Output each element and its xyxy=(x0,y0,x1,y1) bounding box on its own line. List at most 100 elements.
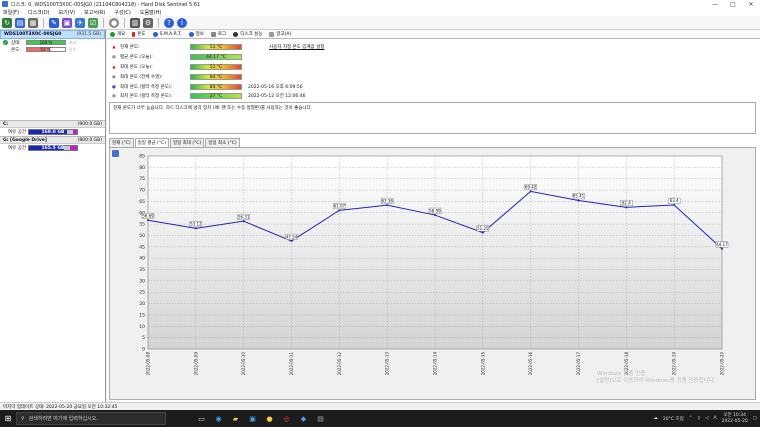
tab-info[interactable]: 정보 xyxy=(188,31,204,37)
tab-bar: 개요 온도 S.M.A.R.T. 정보 로그 디스크 성능 알고(A) xyxy=(107,30,760,39)
subtab-daily-max[interactable]: 일일 최대 (°C) xyxy=(169,138,205,147)
disk-capacity: (931.5 GB) xyxy=(76,32,101,37)
weather-text[interactable]: 20°C 흐림 xyxy=(663,416,684,422)
x-tick-label: 2022-05-11 xyxy=(289,352,294,376)
settings-icon[interactable]: ⚙ xyxy=(143,17,153,28)
tray-chevron-icon[interactable]: ⌃ xyxy=(689,416,693,421)
data-point xyxy=(194,227,197,230)
threshold-settings-link[interactable]: 사용자 지정 온도 임계값 설정 xyxy=(269,44,324,50)
toolbar: ↻ ▤ ▦ ✎ ▣ ✈ ☑ ● ▥ ⚙ ? i xyxy=(0,16,760,30)
tab-log[interactable]: 로그 xyxy=(210,31,226,37)
maximize-button[interactable]: □ xyxy=(724,0,742,8)
volume-c-header[interactable]: C: (900.0 GB) xyxy=(0,120,105,128)
refresh-icon[interactable]: ↻ xyxy=(2,17,12,28)
surface-test-icon[interactable]: ▣ xyxy=(62,17,72,28)
menu-help[interactable]: 도움말(H) xyxy=(140,9,161,16)
volume-icon[interactable]: ◁ xyxy=(705,416,708,421)
chart-icon[interactable]: ▥ xyxy=(130,17,140,28)
edge-icon[interactable]: ◉ xyxy=(211,411,226,426)
info-gray-icon: ● xyxy=(112,54,116,60)
y-tick-label: 85 xyxy=(139,154,145,160)
tab-overview[interactable]: 개요 xyxy=(110,31,125,37)
disk-entry[interactable]: WDS100T3X0C-00SJG0 (931.5 GB) xyxy=(0,30,105,39)
send-icon[interactable]: ✈ xyxy=(75,17,85,28)
temp-current-label: 현재 온도: xyxy=(120,45,140,50)
health-rating-2: 우수 xyxy=(69,46,77,52)
menu-view[interactable]: 보기(V) xyxy=(59,9,76,16)
info-blue-icon: ● xyxy=(112,84,116,90)
help-icon[interactable]: ? xyxy=(164,17,174,28)
app-icon-blue[interactable]: ◆ xyxy=(296,411,311,426)
notification-icon[interactable]: ▢ xyxy=(753,416,757,421)
subtab-current[interactable]: 현재 (°C) xyxy=(109,138,134,147)
about-icon[interactable]: i xyxy=(177,17,187,28)
hard-disk-sentinel-taskbar-icon[interactable]: ▤ xyxy=(313,411,328,426)
temp-max-meas-label: 최대 온도 (힐터 측정 온도): xyxy=(120,85,173,90)
temp-min-meas-value: 27 °C xyxy=(209,93,223,99)
tab-smart[interactable]: S.M.A.R.T. xyxy=(152,31,182,37)
taskbar-search[interactable]: ⚲ 검색하려면 여기에 입력하십시오. xyxy=(16,412,166,425)
task-view-icon[interactable]: ▭ xyxy=(194,411,209,426)
volume-g-drive: G: [Google Drive] xyxy=(3,137,47,143)
x-tick-label: 2022-05-16 xyxy=(528,352,533,376)
store-icon[interactable]: ▣ xyxy=(245,411,260,426)
search-icon: ⚲ xyxy=(21,415,25,422)
tab-performance[interactable]: 디스크 성능 xyxy=(233,31,262,37)
smart-icon xyxy=(152,31,158,37)
stop-icon[interactable]: ● xyxy=(109,17,119,28)
y-tick-label: 65 xyxy=(139,199,145,205)
temp-avg-value: 44.17 °C xyxy=(206,54,226,60)
volume-c-bar-free xyxy=(73,130,77,134)
tab-alerts[interactable]: 알고(A) xyxy=(269,31,291,37)
temperature-chart: 05101520253035404550556065707580852022-0… xyxy=(139,154,729,376)
temp-max-life-value: 84 °C xyxy=(209,74,223,80)
disk-icon[interactable]: ▤ xyxy=(15,17,25,28)
temp-avg-label: 평균 온도 (오늘): xyxy=(120,55,153,60)
data-point xyxy=(673,204,676,207)
windows-start-icon[interactable]: ⊞ xyxy=(0,410,16,427)
subtab-daily-average[interactable]: 일일 평균 (°C) xyxy=(134,138,169,147)
ime-indicator[interactable]: A xyxy=(713,416,716,421)
volume-c-free-value: 169.0 GB xyxy=(41,129,65,135)
data-point xyxy=(290,240,293,243)
health-bar: 100 % xyxy=(26,40,66,45)
tab-temperature[interactable]: 온도 xyxy=(132,31,146,37)
data-point xyxy=(338,209,341,212)
menu-file[interactable]: 파일(F) xyxy=(3,9,19,16)
data-label: 63.4 xyxy=(670,198,679,203)
subtab-daily-min[interactable]: 일일 최소 (°C) xyxy=(205,138,240,147)
data-label: 58.99 xyxy=(429,208,441,213)
temp-max-life-label: 최대 온도 (전체 수명): xyxy=(120,75,163,80)
check-circle-icon xyxy=(110,31,115,37)
temp-row-current: ▲ 현재 온도: 51 °C xyxy=(111,43,248,51)
data-point xyxy=(625,206,628,209)
health-row: ✓ 상태: 100 % 최고 xyxy=(0,39,105,46)
data-point xyxy=(147,219,149,222)
x-tick-label: 2022-05-17 xyxy=(576,352,581,376)
test-icon[interactable]: ✎ xyxy=(49,17,59,28)
tab-temperature-label: 온도 xyxy=(137,32,146,37)
x-tick-label: 2022-05-10 xyxy=(241,352,246,376)
clock[interactable]: 오전 10:34 2022-05-20 xyxy=(722,413,748,425)
volume-g-header[interactable]: G: [Google Drive] (800.0 GB) xyxy=(0,136,105,144)
menu-report[interactable]: 보고서(R) xyxy=(84,9,105,16)
chrome-icon[interactable]: ◎ xyxy=(279,411,294,426)
volume-g-free-label: 여유 공간 xyxy=(8,146,26,151)
file-explorer-icon[interactable]: ▰ xyxy=(228,411,243,426)
alert-config-icon[interactable]: ☑ xyxy=(88,17,98,28)
save-chart-icon[interactable] xyxy=(112,150,119,157)
menu-config[interactable]: 구성(C) xyxy=(114,9,131,16)
temp-row-min-measured: ● 최저 온도 (힐터 측정 온도): 27 °C 2022-05-12 오전 … xyxy=(111,92,306,100)
report-icon[interactable]: ▦ xyxy=(28,17,38,28)
kakaotalk-icon[interactable]: ● xyxy=(262,411,277,426)
minimize-button[interactable]: — xyxy=(706,0,724,8)
blank-icon xyxy=(3,47,8,52)
volume-c-free-row: 여유 공간 169.0 GB xyxy=(0,128,105,136)
network-icon[interactable]: ▯ xyxy=(698,416,700,421)
menu-disk[interactable]: 디스크(D) xyxy=(28,9,50,16)
data-label: 44.17 xyxy=(716,242,728,247)
y-tick-label: 35 xyxy=(139,267,145,273)
data-label: 51.25 xyxy=(477,226,489,231)
close-button[interactable]: ✕ xyxy=(742,0,760,8)
main-panel: 개요 온도 S.M.A.R.T. 정보 로그 디스크 성능 알고(A) ▲ 현재… xyxy=(107,30,760,402)
